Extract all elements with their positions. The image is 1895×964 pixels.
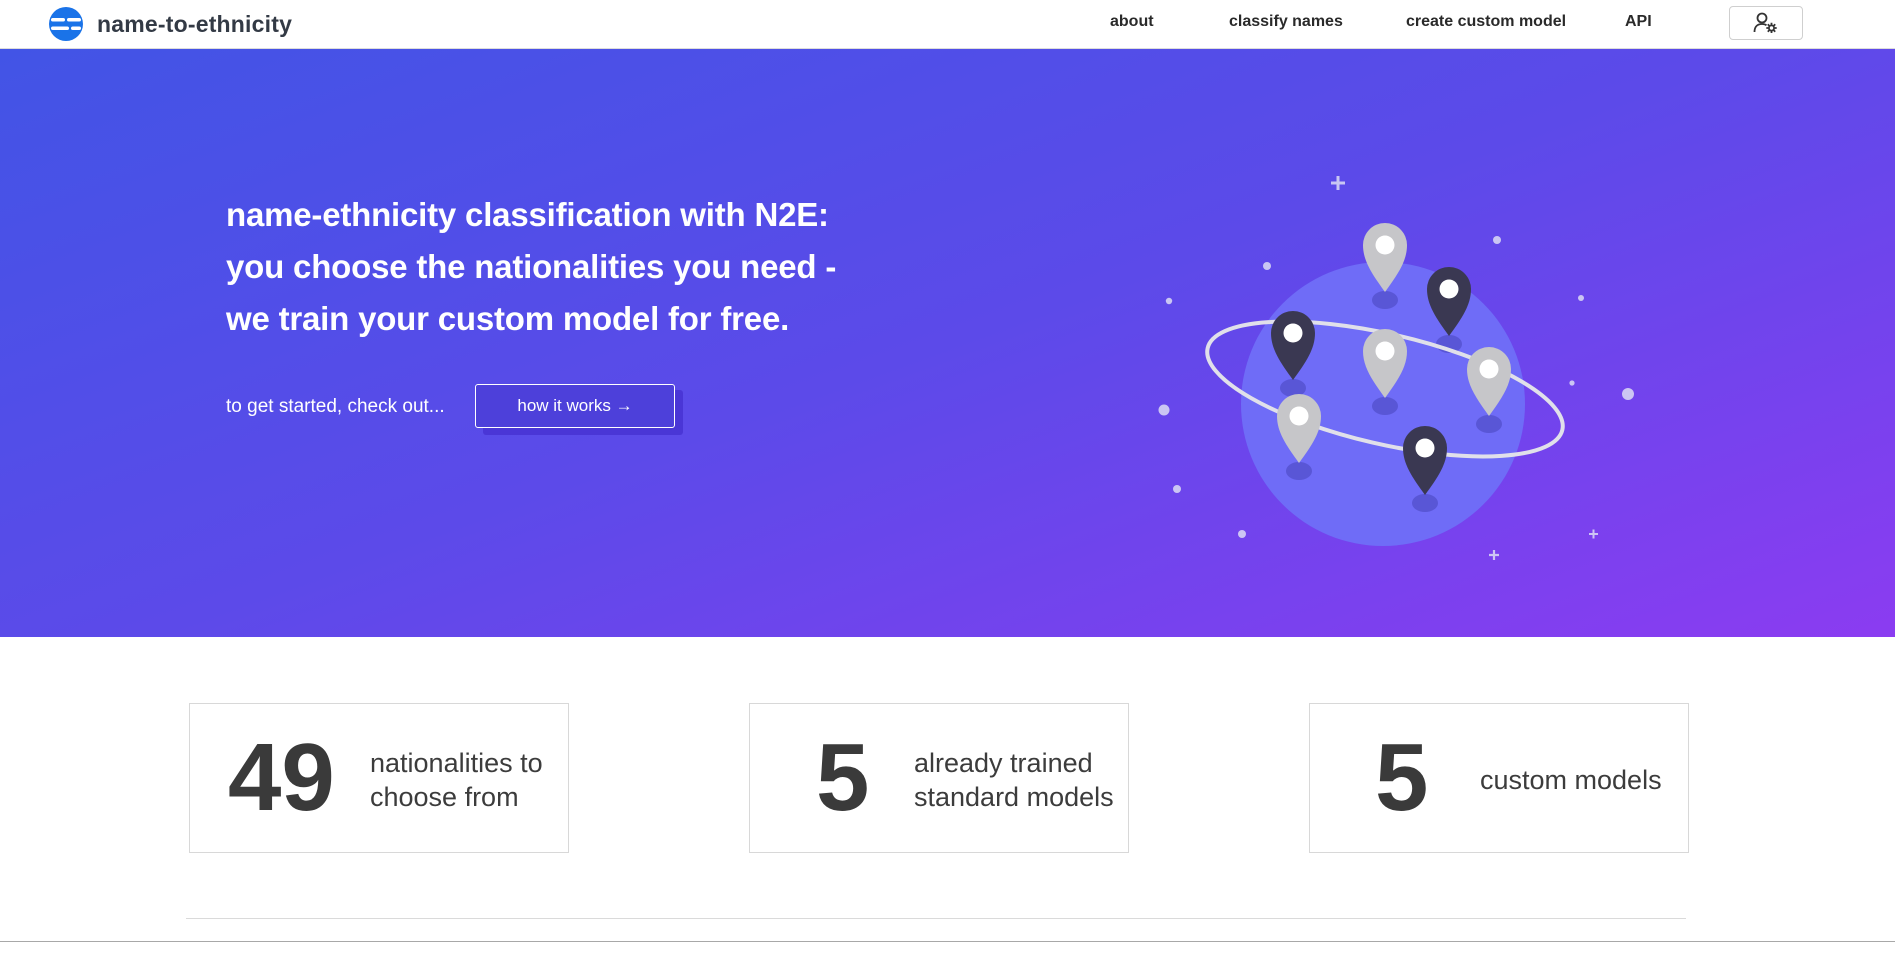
hero-heading-line-2: you choose the nationalities you need - [226,248,837,285]
hero-heading-line-1: name-ethnicity classification with N2E: [226,196,829,233]
stat-label: already trained standard models [914,748,1114,812]
hero-heading: name-ethnicity classification with N2E: … [226,189,846,345]
top-navbar: name-to-ethnicity about classify names c… [0,0,1895,49]
page-bottom-border [0,941,1895,942]
user-settings-button[interactable] [1729,6,1803,40]
stat-card-nationalities: 49 nationalities to choose from [189,703,569,853]
brand-name: name-to-ethnicity [97,10,293,37]
stat-number: 5 [816,724,870,831]
stat-number: 49 [228,724,335,831]
globe-with-location-pins-illustration [1158,176,1634,560]
stat-number: 5 [1375,724,1429,831]
stat-card-standard-models: 5 already trained standard models [749,703,1129,853]
hero-heading-line-3: we train your custom model for free. [226,300,790,337]
nav-link-classify-names[interactable]: classify names [1229,13,1343,31]
nav-link-api[interactable]: API [1625,13,1652,31]
stat-label: custom models [1480,765,1662,795]
section-divider [186,918,1686,919]
n2e-logo-icon [49,7,83,41]
hero-cta-text: to get started, check out... [226,396,445,417]
nav-link-create-custom-model[interactable]: create custom model [1406,13,1566,31]
stat-label: nationalities to choose from [370,748,543,812]
user-settings-icon [1753,12,1777,33]
hero-section: name-ethnicity classification with N2E: … [0,49,1895,637]
nav-link-about[interactable]: about [1110,13,1154,31]
brand-home-link[interactable]: name-to-ethnicity [48,5,292,43]
stat-card-custom-models: 5 custom models [1309,703,1689,853]
how-it-works-button[interactable]: how it works → [475,384,675,428]
